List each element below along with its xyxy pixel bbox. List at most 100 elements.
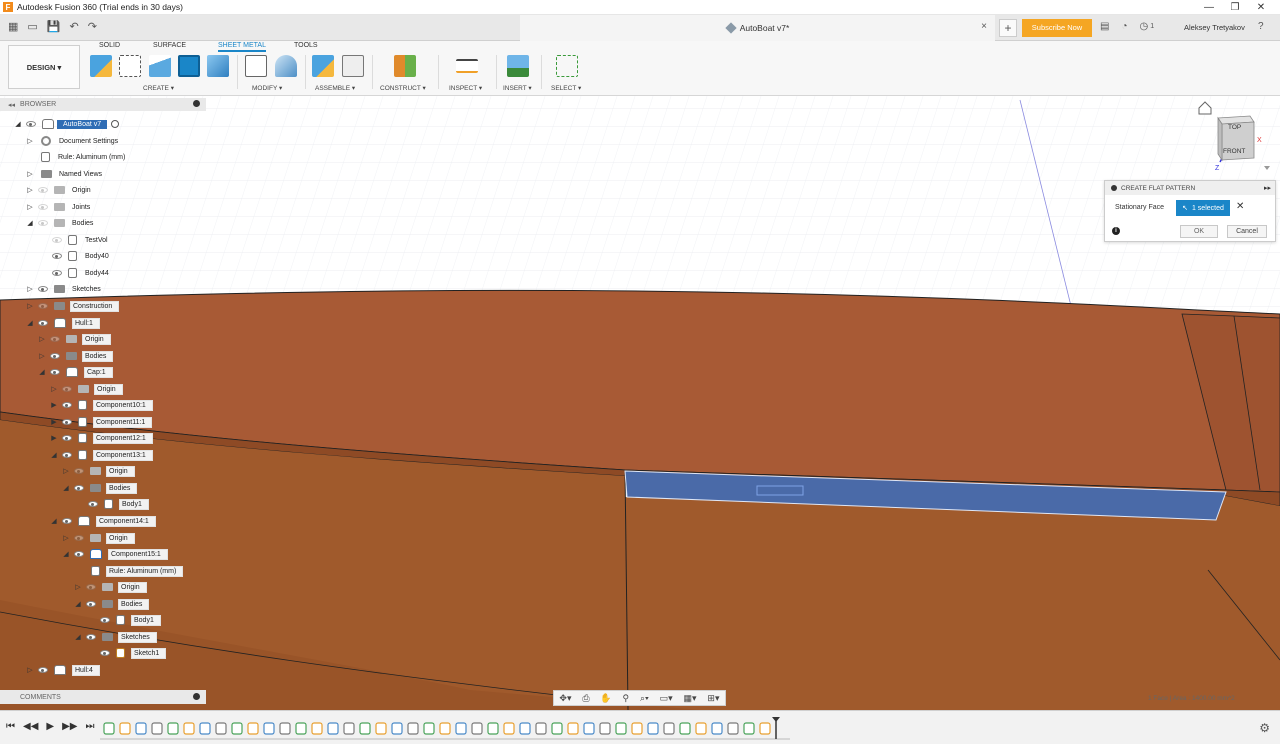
viewcube-menu-icon[interactable]: [1264, 166, 1270, 170]
activate-radio-icon[interactable]: [111, 120, 120, 128]
visibility-eye-icon[interactable]: [62, 452, 72, 458]
design-viewport[interactable]: [0, 96, 1280, 710]
timeline-feature-icon[interactable]: [727, 722, 739, 735]
select-window-icon[interactable]: [556, 55, 578, 77]
timeline-feature-icon[interactable]: [711, 722, 723, 735]
timeline-feature-icon[interactable]: [599, 722, 611, 735]
tree-item-root[interactable]: ◢ AutoBoat v7: [14, 117, 120, 131]
visibility-eye-icon[interactable]: [52, 270, 62, 276]
timeline-feature-icon[interactable]: [631, 722, 643, 735]
timeline-feature-icon[interactable]: [183, 722, 195, 735]
expand-arrow-icon[interactable]: ◢: [14, 120, 22, 128]
redo-icon[interactable]: ↷: [88, 20, 97, 33]
expand-arrow-icon[interactable]: ◢: [38, 368, 46, 376]
expand-arrow-icon[interactable]: ▷: [26, 137, 34, 145]
go-to-end-icon[interactable]: ⏭: [85, 721, 94, 732]
timeline-features[interactable]: [100, 715, 790, 743]
timeline-feature-icon[interactable]: [279, 722, 291, 735]
timeline-feature-icon[interactable]: [663, 722, 675, 735]
expand-arrow-icon[interactable]: ▷: [26, 170, 34, 178]
visibility-eye-icon[interactable]: [38, 187, 48, 193]
visibility-eye-icon[interactable]: [86, 601, 96, 607]
step-back-icon[interactable]: ◀◀: [23, 721, 38, 732]
expand-arrow-icon[interactable]: ▷: [62, 467, 70, 475]
dialog-header[interactable]: CREATE FLAT PATTERN ▸▸: [1105, 181, 1275, 195]
info-icon[interactable]: i: [1112, 227, 1120, 235]
job-status-icon[interactable]: ▤: [1100, 21, 1109, 32]
tree-item-origin[interactable]: ▷ Origin: [38, 332, 111, 346]
home-view-icon[interactable]: [1198, 101, 1212, 115]
user-account[interactable]: Aleksey Tretyakov: [1184, 23, 1245, 32]
timeline-feature-icon[interactable]: [647, 722, 659, 735]
notification-count[interactable]: 1: [1150, 23, 1154, 30]
close-tab-icon[interactable]: ×: [981, 21, 987, 32]
tree-item-component[interactable]: ▶ Component10:1: [50, 398, 153, 412]
flange-icon[interactable]: [149, 55, 171, 77]
tree-item-origin[interactable]: ▷ Origin: [62, 464, 135, 478]
timeline-feature-icon[interactable]: [471, 722, 483, 735]
timeline-feature-icon[interactable]: [567, 722, 579, 735]
expand-arrow-icon[interactable]: ▷: [38, 352, 46, 360]
tree-item-bodies[interactable]: ▷ Bodies: [38, 349, 114, 363]
expand-arrow-icon[interactable]: ▷: [62, 534, 70, 542]
assemble-menu[interactable]: ASSEMBLE ▾: [315, 84, 355, 92]
visibility-eye-icon[interactable]: [38, 204, 48, 210]
visibility-eye-icon[interactable]: [100, 650, 110, 656]
fit-icon[interactable]: ⌕▾: [640, 693, 649, 704]
timeline-feature-icon[interactable]: [343, 722, 355, 735]
comments-panel-header[interactable]: COMMENTS: [0, 690, 206, 704]
timeline-feature-icon[interactable]: [263, 722, 275, 735]
timeline-feature-icon[interactable]: [327, 722, 339, 735]
tab-sheet-metal[interactable]: SHEET METAL: [218, 42, 266, 52]
expand-arrow-icon[interactable]: ▷: [26, 302, 34, 310]
visibility-eye-icon[interactable]: [88, 501, 98, 507]
timeline-feature-icon[interactable]: [503, 722, 515, 735]
joint-icon[interactable]: [342, 55, 364, 77]
timeline-feature-icon[interactable]: [615, 722, 627, 735]
tree-item-body[interactable]: Body40: [52, 249, 115, 263]
help-icon[interactable]: ?: [1258, 21, 1264, 32]
select-menu[interactable]: SELECT ▾: [551, 84, 581, 92]
timeline-feature-icon[interactable]: [359, 722, 371, 735]
expand-arrow-icon[interactable]: ▷: [26, 186, 34, 194]
tree-item-body[interactable]: Body1: [100, 613, 161, 627]
visibility-eye-icon[interactable]: [38, 303, 48, 309]
tree-item-named-views[interactable]: ▷ Named Views: [26, 167, 108, 181]
timeline-feature-icon[interactable]: [375, 722, 387, 735]
new-tab-button[interactable]: +: [999, 19, 1017, 37]
expand-arrow-icon[interactable]: ◢: [62, 550, 70, 558]
visibility-eye-icon[interactable]: [38, 286, 48, 292]
tree-item-component[interactable]: ◢ Hull:1: [26, 316, 100, 330]
tree-item-bodies[interactable]: ◢ Bodies: [26, 216, 99, 230]
timeline-feature-icon[interactable]: [407, 722, 419, 735]
visibility-eye-icon[interactable]: [62, 402, 72, 408]
minimize-button[interactable]: —: [1196, 0, 1222, 15]
tree-item-body[interactable]: Body44: [52, 266, 115, 280]
visibility-eye-icon[interactable]: [38, 667, 48, 673]
expand-arrow-icon[interactable]: ▶: [50, 401, 58, 409]
timeline-feature-icon[interactable]: [439, 722, 451, 735]
tree-item-component[interactable]: ▶ Component12:1: [50, 431, 153, 445]
visibility-eye-icon[interactable]: [62, 435, 72, 441]
visibility-eye-icon[interactable]: [62, 386, 72, 392]
measure-icon[interactable]: [456, 59, 478, 73]
visibility-eye-icon[interactable]: [86, 584, 96, 590]
tree-item-joints[interactable]: ▷ Joints: [26, 200, 96, 214]
subscribe-button[interactable]: Subscribe Now: [1022, 19, 1092, 37]
tab-surface[interactable]: SURFACE: [153, 42, 186, 49]
visibility-eye-icon[interactable]: [74, 468, 84, 474]
timeline-feature-icon[interactable]: [295, 722, 307, 735]
view-cube[interactable]: TOP FRONT X Z: [1198, 100, 1276, 172]
save-icon[interactable]: 💾: [47, 20, 61, 33]
tree-item-origin[interactable]: ▷ Origin: [62, 531, 135, 545]
zoom-icon[interactable]: ⚲: [622, 693, 629, 704]
tree-item-body[interactable]: TestVol: [52, 233, 114, 247]
expand-arrow-icon[interactable]: ◢: [26, 319, 34, 327]
timeline-feature-icon[interactable]: [695, 722, 707, 735]
visibility-eye-icon[interactable]: [38, 320, 48, 326]
visibility-eye-icon[interactable]: [74, 485, 84, 491]
tree-item-origin[interactable]: ▷ Origin: [74, 580, 147, 594]
undo-icon[interactable]: ↶: [70, 20, 79, 33]
document-tab[interactable]: AutoBoat v7* ×: [520, 15, 995, 41]
timeline-feature-icon[interactable]: [199, 722, 211, 735]
